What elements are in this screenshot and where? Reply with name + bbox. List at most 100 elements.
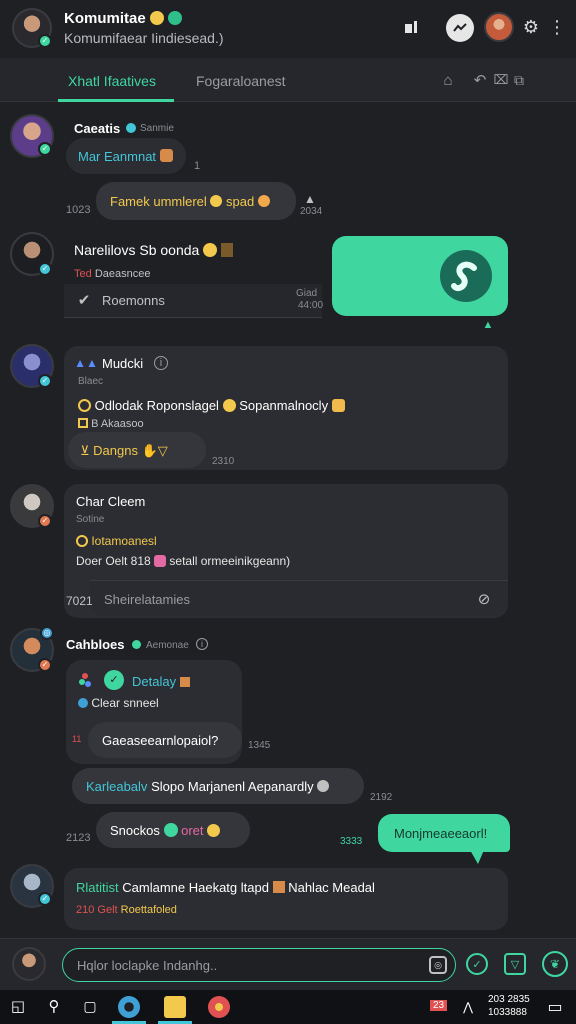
message-time: 2310 — [212, 456, 235, 467]
stats-icon: ▲▲ — [74, 356, 98, 370]
message-input[interactable]: Hqlor loclapke Indanhg.. ◎ — [62, 948, 456, 982]
bookmark-icon[interactable]: ⌧ — [492, 70, 510, 90]
chevron-up-icon[interactable]: ▲ — [480, 318, 496, 332]
more-vertical-icon[interactable]: ⋮ — [548, 16, 566, 38]
clock-date[interactable]: 203 2835 — [488, 994, 530, 1005]
header-bar: ✓ Komumitae Komumifaear Iindiesead.) ⚙ ⋮ — [0, 0, 576, 58]
reply-chip[interactable]: ⊻ Dangns ✋▽ — [68, 432, 206, 468]
arrow-icon: ⊻ — [80, 443, 90, 458]
camera-icon[interactable]: ◎ — [429, 956, 447, 974]
reply-text: ⊻ Dangns ✋▽ — [80, 443, 168, 458]
browser-icon[interactable] — [118, 996, 140, 1018]
emoji-icon — [203, 243, 218, 257]
emoji-icon — [222, 399, 236, 412]
emoji-icon — [149, 11, 164, 25]
message-text: Roemonns — [102, 293, 165, 308]
input-placeholder: Hqlor loclapke Indanhg.. — [77, 958, 218, 973]
status-badge-icon: ✓ — [38, 658, 52, 672]
message-text: Mar Eanmnat — [78, 149, 157, 164]
home-icon[interactable]: ⌂ — [438, 70, 458, 90]
emoji-icon — [179, 677, 190, 687]
reply-icon[interactable]: ↶ — [470, 70, 490, 90]
sticker-button-icon[interactable]: ▽ — [504, 953, 526, 975]
emoji-icon — [160, 149, 173, 162]
gear-icon[interactable]: ⚙ — [520, 16, 542, 38]
folder-icon[interactable] — [164, 996, 186, 1018]
messenger-icon[interactable] — [446, 14, 474, 42]
outgoing-bubble[interactable]: Monjmeaeeaorl! — [378, 814, 510, 852]
emoji-icon — [272, 881, 285, 893]
emoji-button-icon[interactable]: ✓ — [466, 953, 488, 975]
reaction-icon[interactable]: ▲ — [302, 192, 318, 206]
notification-icon[interactable]: ▭ — [544, 996, 566, 1018]
verified-badge-icon: ✓ — [38, 262, 52, 276]
message-time: 1023 — [66, 204, 91, 216]
message-bubble[interactable]: Mar Eanmnat — [66, 138, 186, 174]
status-dot-icon — [168, 11, 183, 25]
message-bubble[interactable]: Gaeaseearnlopaiol? — [88, 722, 242, 758]
globe-icon — [163, 823, 178, 837]
media-card[interactable] — [332, 236, 508, 316]
message-card[interactable]: Rlatitist Camlamne Haekatg ltapd Nahlac … — [64, 868, 508, 930]
sender-name: Char Cleem — [76, 494, 146, 509]
message-text: Karleabalv Slopo Marjanenl Aepanardly — [86, 779, 330, 794]
message-card[interactable]: Char Cleem Sotine Iotamoanesl Doer Oelt … — [64, 484, 508, 618]
message-bubble[interactable]: Famek ummlerel spad — [96, 182, 296, 220]
message-sub: Ted Daeasncee — [74, 268, 151, 280]
message-sub: Clear snneel — [78, 696, 159, 710]
search-icon[interactable]: ⚲ — [44, 996, 64, 1016]
message-text: Gaeaseearnlopaiol? — [102, 733, 219, 748]
inline-input[interactable]: Sheirelatamies ⊘ — [90, 580, 508, 616]
sender-sub: Blaec — [78, 376, 104, 387]
message-sub: 210 Gelt Roettafoled — [76, 904, 177, 916]
verified-badge-icon: ✓ — [38, 142, 52, 156]
tray-indicator[interactable]: 23 — [430, 1000, 448, 1011]
bubble-tail — [470, 850, 484, 864]
app-subtitle: Komumifaear Iindiesead.) — [64, 30, 224, 46]
globe-badge-icon: ◎ — [40, 626, 54, 640]
sticker-icon — [317, 780, 330, 792]
profile-avatar[interactable] — [484, 12, 514, 42]
send-button-icon[interactable]: ❦ — [542, 951, 568, 977]
emoji-icon — [207, 824, 221, 837]
tab-chat-initiatives[interactable]: Xhatl Ifaatives — [68, 73, 156, 89]
emoji-icon — [154, 555, 167, 567]
pin-icon[interactable] — [400, 16, 424, 40]
app-red-icon[interactable] — [208, 996, 230, 1018]
network-icon[interactable]: ⋀ — [458, 998, 478, 1016]
sender-name: Cahbloes — [66, 637, 125, 652]
status-badge-icon: ✓ — [38, 514, 52, 528]
avatar[interactable] — [12, 947, 46, 981]
message-bubble[interactable]: Karleabalv Slopo Marjanenl Aepanardly — [72, 768, 364, 804]
message-time: 2123 — [66, 832, 91, 844]
check-icon — [132, 640, 141, 649]
verified-badge-icon: ✓ — [38, 34, 52, 48]
message-time: 2192 — [370, 792, 393, 803]
tab-bar: Xhatl Ifaatives Fogaraloanest ⌂ ↶ ⌧ ⧉ — [0, 58, 576, 102]
emoji-icon: ✋▽ — [141, 443, 168, 458]
task-view-icon[interactable]: ▢ — [80, 996, 100, 1016]
message-time: Giad — [296, 288, 318, 299]
app-icon: ✓ — [104, 670, 124, 690]
message-time: 44:00 — [298, 300, 324, 311]
message-time: 3333 — [340, 836, 363, 847]
start-icon[interactable]: ◱ — [8, 996, 28, 1016]
verified-badge-icon: ✓ — [38, 892, 52, 906]
expand-icon[interactable]: ⧉ — [510, 70, 528, 90]
message-bubble[interactable]: Snockos oret — [96, 812, 250, 848]
tab-programmes[interactable]: Fogaraloanest — [196, 73, 286, 89]
input-placeholder: Sheirelatamies — [104, 592, 190, 607]
message-text: Odlodak Roponslagel Sopanmalnocly — [78, 398, 345, 413]
app-title: Komumitae — [64, 10, 183, 27]
info-icon: i — [196, 638, 208, 650]
tag-icon — [78, 418, 88, 428]
multicolor-icon — [78, 672, 92, 690]
sender-name: Caeatis — [74, 121, 121, 136]
attach-icon[interactable]: ⊘ — [474, 589, 494, 609]
tab-active-indicator — [58, 99, 174, 102]
clock-time[interactable]: 1033888 — [488, 1007, 527, 1018]
message-bubble[interactable]: ✔ Roemonns — [64, 284, 322, 318]
emoji-icon — [257, 195, 270, 207]
emoji-icon — [76, 535, 88, 547]
message-sub: B Akaasoo — [78, 418, 144, 430]
